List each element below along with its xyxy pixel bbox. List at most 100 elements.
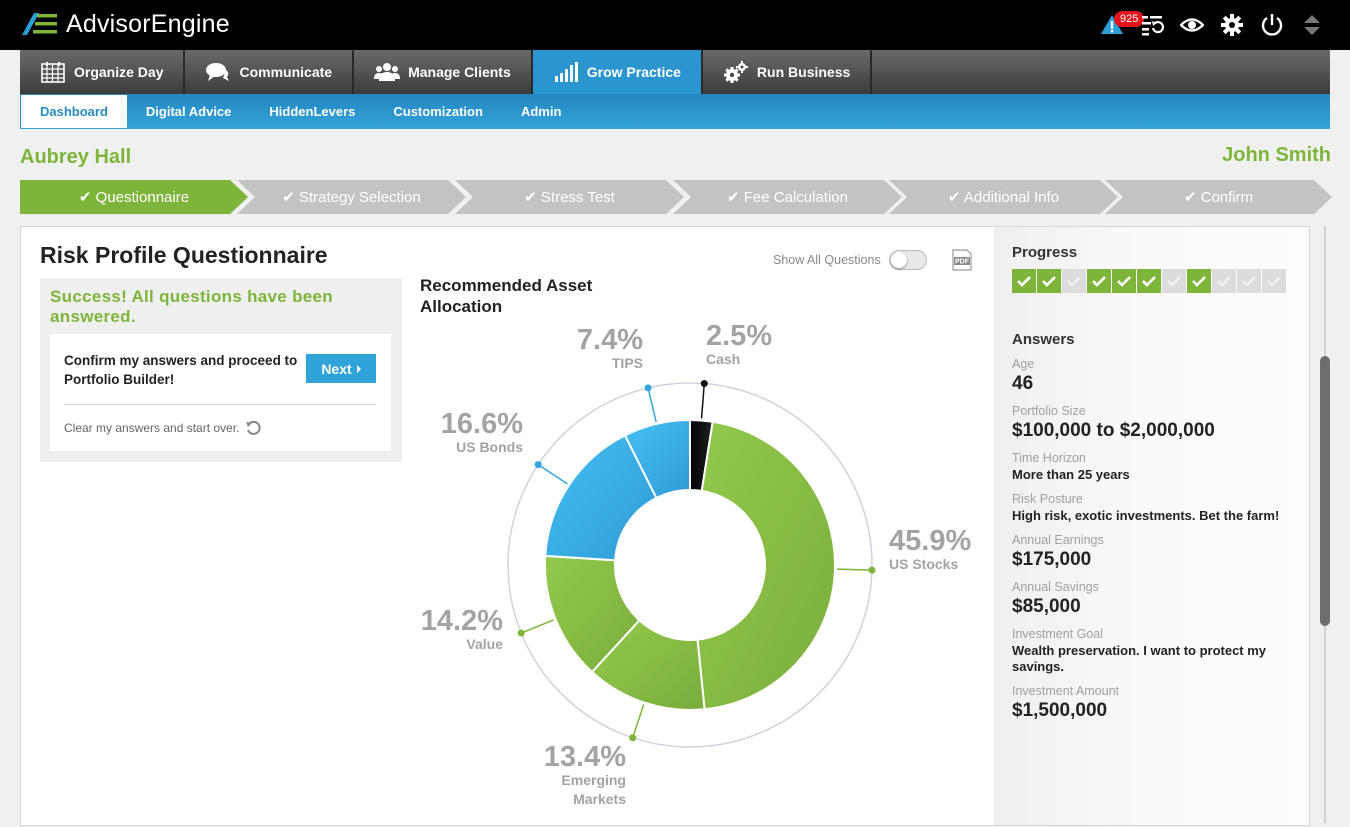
- logout-button[interactable]: [1252, 10, 1292, 40]
- step-fee-calculation[interactable]: ✔ Fee Calculation: [673, 180, 902, 214]
- subnav-tab-hiddenlevers[interactable]: HiddenLevers: [250, 94, 374, 129]
- logo[interactable]: AdvisorEngine: [20, 9, 230, 39]
- slice-percent-label: 7.4%: [577, 324, 643, 356]
- slice-name-label: US Bonds: [456, 439, 523, 455]
- step-confirm[interactable]: ✔ Confirm: [1105, 180, 1332, 214]
- checkmark-icon: [1167, 276, 1181, 287]
- answer-label: Investment Amount: [1012, 684, 1120, 698]
- progress-step-1[interactable]: [1012, 269, 1036, 293]
- answer-item: Annual Earnings $175,000: [1012, 533, 1302, 571]
- leader-dot: [534, 461, 542, 469]
- nav-tab-label: Manage Clients: [408, 64, 511, 80]
- checkmark-icon: [1142, 276, 1156, 287]
- next-button[interactable]: Next: [306, 354, 376, 383]
- checkmark-icon: [1192, 276, 1206, 287]
- nav-tab-label: Organize Day: [74, 64, 164, 80]
- sub-nav: Dashboard Digital Advice HiddenLevers Cu…: [20, 94, 1330, 129]
- answer-value: $175,000: [1012, 549, 1092, 570]
- step-questionnaire[interactable]: ✔ Questionnaire: [20, 180, 248, 214]
- answers-panel: Progress Answers Age 46 Portfolio Size $100…: [994, 226, 1310, 826]
- progress-step-5[interactable]: [1112, 269, 1136, 293]
- step-label: ✔ Additional Info: [948, 189, 1059, 206]
- answer-value: 46: [1012, 373, 1034, 394]
- eye-icon: [1180, 18, 1204, 32]
- progress-step-9[interactable]: [1212, 269, 1236, 293]
- subnav-tab-digital-advice[interactable]: Digital Advice: [127, 94, 250, 129]
- step-label: ✔ Fee Calculation: [727, 189, 848, 206]
- nav-tab-run-business[interactable]: Run Business: [703, 50, 873, 94]
- advisor-name[interactable]: John Smith: [1222, 144, 1331, 167]
- next-button-label: Next: [321, 360, 352, 377]
- answer-value: More than 25 years: [1012, 467, 1130, 482]
- step-additional-info[interactable]: ✔ Additional Info: [889, 180, 1118, 214]
- clear-answers-label: Clear my answers and start over.: [64, 421, 240, 435]
- progress-step-2[interactable]: [1037, 269, 1061, 293]
- nav-tab-communicate[interactable]: Communicate: [185, 50, 355, 94]
- slice-name-label: TIPS: [612, 355, 643, 371]
- answer-label: Annual Savings: [1012, 580, 1099, 594]
- subnav-tab-dashboard[interactable]: Dashboard: [20, 95, 127, 128]
- slice-name-label: US Stocks: [889, 556, 958, 572]
- alerts-button[interactable]: 925: [1092, 10, 1145, 40]
- progress-step-3[interactable]: [1062, 269, 1086, 293]
- progress-step-10[interactable]: [1237, 269, 1261, 293]
- leader-dot: [517, 629, 525, 637]
- leader-dot: [700, 380, 708, 388]
- slice-name-label: Emerging: [561, 772, 626, 788]
- subnav-tab-customization[interactable]: Customization: [374, 94, 502, 129]
- activity-log-icon: [1142, 16, 1164, 36]
- wizard-steps: ✔ Questionnaire ✔ Strategy Selection ✔ S…: [20, 180, 1332, 214]
- activity-log-button[interactable]: [1132, 10, 1172, 40]
- show-all-questions: Show All Questions: [773, 250, 927, 270]
- app-name: AdvisorEngine: [66, 9, 230, 38]
- answers-title: Answers: [1012, 331, 1075, 348]
- undo-icon: [246, 420, 261, 435]
- nav-tab-organize-day[interactable]: Organize Day: [20, 50, 186, 94]
- progress-step-8[interactable]: [1187, 269, 1211, 293]
- nav-tab-grow-practice[interactable]: Grow Practice: [532, 50, 703, 94]
- caret-right-icon: [356, 364, 361, 373]
- slice-name-label: Value: [466, 636, 503, 652]
- leader-line: [836, 568, 872, 571]
- bar-chart-icon: [554, 62, 578, 82]
- settings-button[interactable]: [1212, 10, 1252, 40]
- answer-value: Wealth preservation. I want to protect m…: [1012, 643, 1267, 674]
- leader-line: [537, 463, 568, 485]
- step-strategy-selection[interactable]: ✔ Strategy Selection: [237, 180, 466, 214]
- show-all-questions-toggle[interactable]: [888, 250, 927, 270]
- progress-step-7[interactable]: [1162, 269, 1186, 293]
- divider: [64, 404, 376, 405]
- pdf-icon[interactable]: PDF: [950, 249, 974, 271]
- users-icon: [374, 63, 401, 81]
- progress-step-11[interactable]: [1262, 269, 1286, 293]
- top-bar: AdvisorEngine 925: [0, 0, 1350, 50]
- donut-slice-us-stocks[interactable]: [696, 420, 836, 711]
- power-icon: [1261, 14, 1283, 36]
- step-label: ✔ Stress Test: [524, 189, 615, 206]
- clear-answers-link[interactable]: Clear my answers and start over.: [64, 420, 261, 436]
- main-nav: Organize Day Communicate Manage Clients …: [20, 50, 1330, 94]
- advisorengine-logo-icon: [22, 13, 57, 35]
- progress-step-6[interactable]: [1137, 269, 1161, 293]
- nav-tab-manage-clients[interactable]: Manage Clients: [354, 50, 533, 94]
- subnav-tab-admin[interactable]: Admin: [502, 94, 580, 129]
- scrollbar-thumb[interactable]: [1320, 356, 1330, 626]
- progress-step-4[interactable]: [1087, 269, 1111, 293]
- leader-line: [700, 383, 706, 419]
- answer-label: Risk Posture: [1012, 492, 1083, 506]
- checkmark-icon: [1092, 276, 1106, 287]
- answers-list: Age 46 Portfolio Size $100,000 to $2,000,00…: [1012, 357, 1302, 731]
- checkmark-icon: [1042, 276, 1056, 287]
- collapse-toggle-button[interactable]: [1292, 10, 1332, 40]
- step-stress-test[interactable]: ✔ Stress Test: [455, 180, 684, 214]
- slice-name-label: Cash: [706, 351, 740, 367]
- confirm-text: Confirm my answers and proceed to Portfo…: [64, 353, 298, 387]
- answer-item: Age 46: [1012, 357, 1302, 395]
- answer-item: Risk Posture High risk, exotic investment…: [1012, 492, 1302, 524]
- answer-item: Time Horizon More than 25 years: [1012, 451, 1302, 483]
- sort-arrows-icon: [1304, 15, 1320, 35]
- answer-value: $100,000 to $2,000,000: [1012, 420, 1215, 441]
- step-label: ✔ Questionnaire: [78, 189, 190, 206]
- answer-label: Age: [1012, 357, 1035, 371]
- preview-button[interactable]: [1172, 10, 1212, 40]
